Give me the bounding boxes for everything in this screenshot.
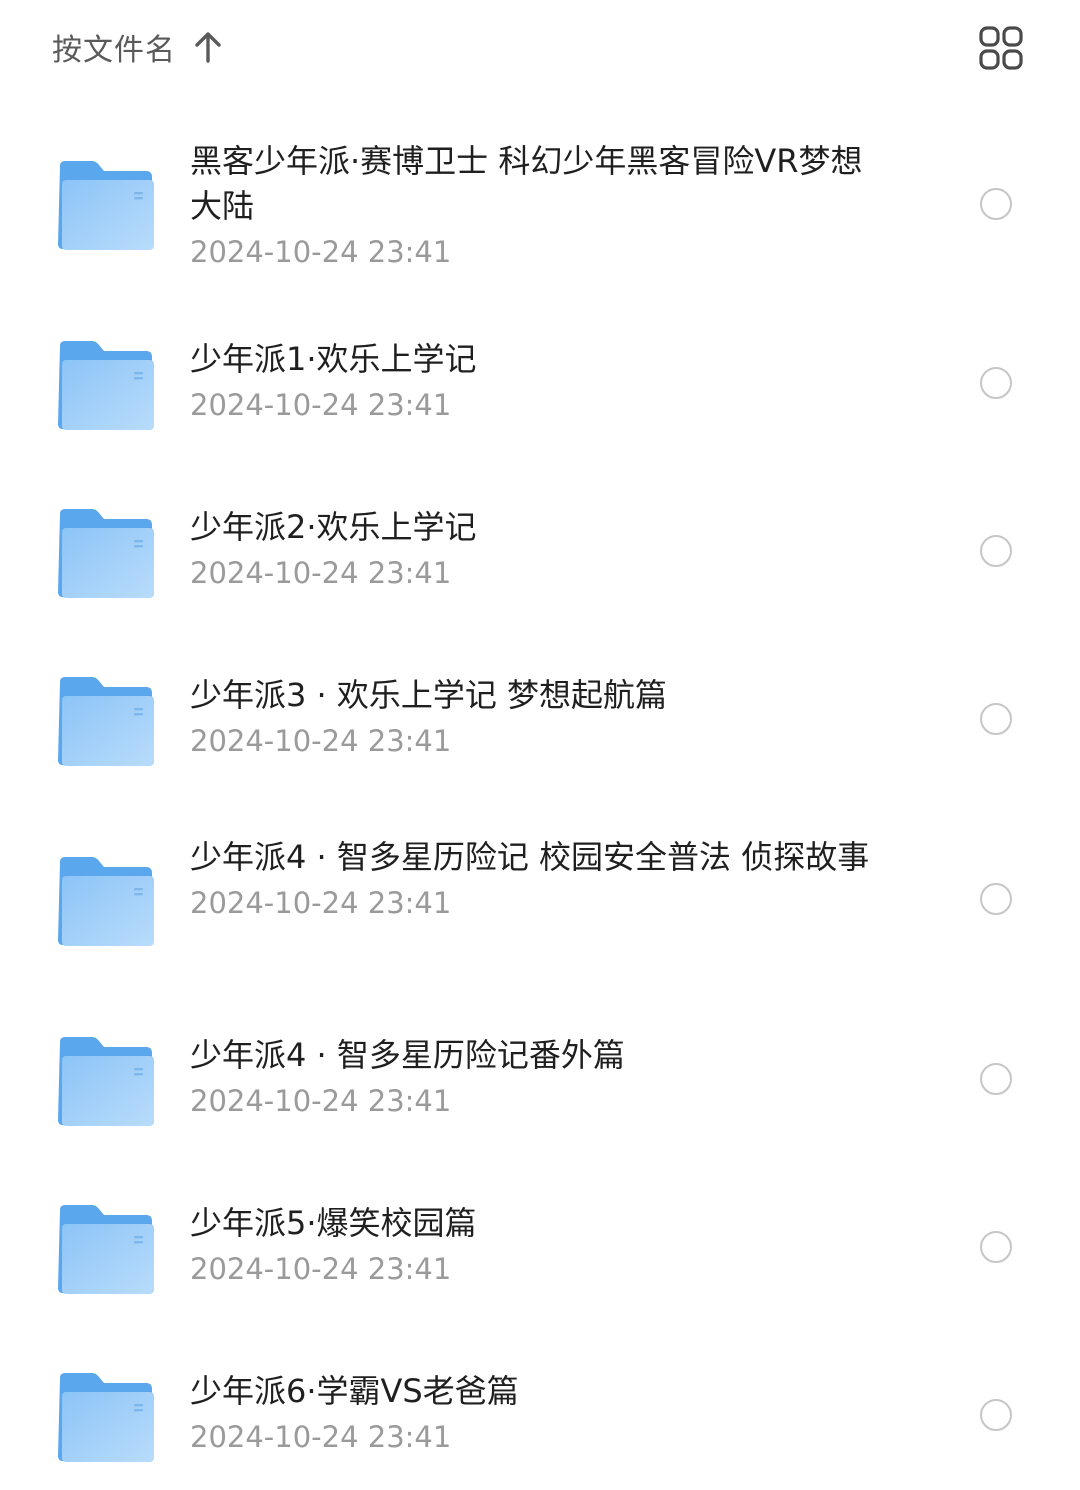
file-text: 少年派4 · 智多星历险记 校园安全普法 侦探故事 2024-10-24 23:… (190, 835, 890, 923)
file-text: 少年派5·爆笑校园篇 2024-10-24 23:41 (190, 1201, 890, 1289)
select-checkbox[interactable] (980, 1231, 1012, 1263)
file-name: 少年派2·欢乐上学记 (190, 508, 477, 546)
file-browser-panel: 按文件名 黑客少年派·赛博卫士 科幻少年黑客冒险VR梦想大陆 2024-10-2… (0, 0, 1080, 1490)
folder-icon (58, 341, 154, 430)
folder-icon-wrapper (56, 1372, 154, 1462)
select-checkbox[interactable] (980, 188, 1012, 220)
file-name: 少年派4 · 智多星历险记番外篇 (190, 1036, 625, 1074)
folder-icon (58, 161, 154, 250)
file-text: 少年派4 · 智多星历险记番外篇 2024-10-24 23:41 (190, 1033, 890, 1121)
file-date: 2024-10-24 23:41 (190, 556, 452, 590)
file-text: 少年派6·学霸VS老爸篇 2024-10-24 23:41 (190, 1369, 890, 1457)
folder-icon-wrapper (56, 160, 154, 250)
arrow-up-icon (195, 32, 221, 63)
file-name: 少年派1·欢乐上学记 (190, 340, 477, 378)
folder-icon-wrapper (56, 676, 154, 766)
file-date: 2024-10-24 23:41 (190, 886, 452, 920)
select-checkbox[interactable] (980, 1399, 1012, 1431)
select-checkbox[interactable] (980, 703, 1012, 735)
file-text: 少年派3 · 欢乐上学记 梦想起航篇 2024-10-24 23:41 (190, 673, 890, 761)
folder-icon (58, 1205, 154, 1294)
select-checkbox[interactable] (980, 883, 1012, 915)
folder-icon-wrapper (56, 1036, 154, 1126)
folder-icon-wrapper (56, 856, 154, 946)
file-date: 2024-10-24 23:41 (190, 388, 452, 422)
select-checkbox[interactable] (980, 535, 1012, 567)
folder-icon-wrapper (56, 508, 154, 598)
folder-icon (58, 1037, 154, 1126)
file-date: 2024-10-24 23:41 (190, 235, 452, 269)
file-name: 黑客少年派·赛博卫士 科幻少年黑客冒险VR梦想大陆 (190, 142, 863, 225)
select-checkbox[interactable] (980, 1063, 1012, 1095)
file-text: 黑客少年派·赛博卫士 科幻少年黑客冒险VR梦想大陆 2024-10-24 23:… (190, 139, 890, 272)
folder-icon-wrapper (56, 1204, 154, 1294)
file-name: 少年派4 · 智多星历险记 校园安全普法 侦探故事 (190, 838, 870, 876)
toolbar: 按文件名 (0, 0, 1080, 95)
folder-icon (58, 857, 154, 946)
file-text: 少年派2·欢乐上学记 2024-10-24 23:41 (190, 505, 890, 593)
folder-icon (58, 677, 154, 766)
file-date: 2024-10-24 23:41 (190, 1084, 452, 1118)
sort-label: 按文件名 (52, 33, 176, 68)
file-name: 少年派3 · 欢乐上学记 梦想起航篇 (190, 676, 668, 714)
grid-view-toggle-button[interactable] (978, 25, 1024, 71)
file-date: 2024-10-24 23:41 (190, 724, 452, 758)
folder-icon-wrapper (56, 340, 154, 430)
sort-by-name-button[interactable]: 按文件名 (52, 22, 222, 72)
file-name: 少年派6·学霸VS老爸篇 (190, 1372, 519, 1410)
folder-icon (58, 509, 154, 598)
grid-view-icon (979, 26, 1023, 70)
file-date: 2024-10-24 23:41 (190, 1252, 452, 1286)
file-date: 2024-10-24 23:41 (190, 1420, 452, 1454)
file-text: 少年派1·欢乐上学记 2024-10-24 23:41 (190, 337, 890, 425)
file-name: 少年派5·爆笑校园篇 (190, 1204, 477, 1242)
folder-icon (58, 1373, 154, 1462)
select-checkbox[interactable] (980, 367, 1012, 399)
